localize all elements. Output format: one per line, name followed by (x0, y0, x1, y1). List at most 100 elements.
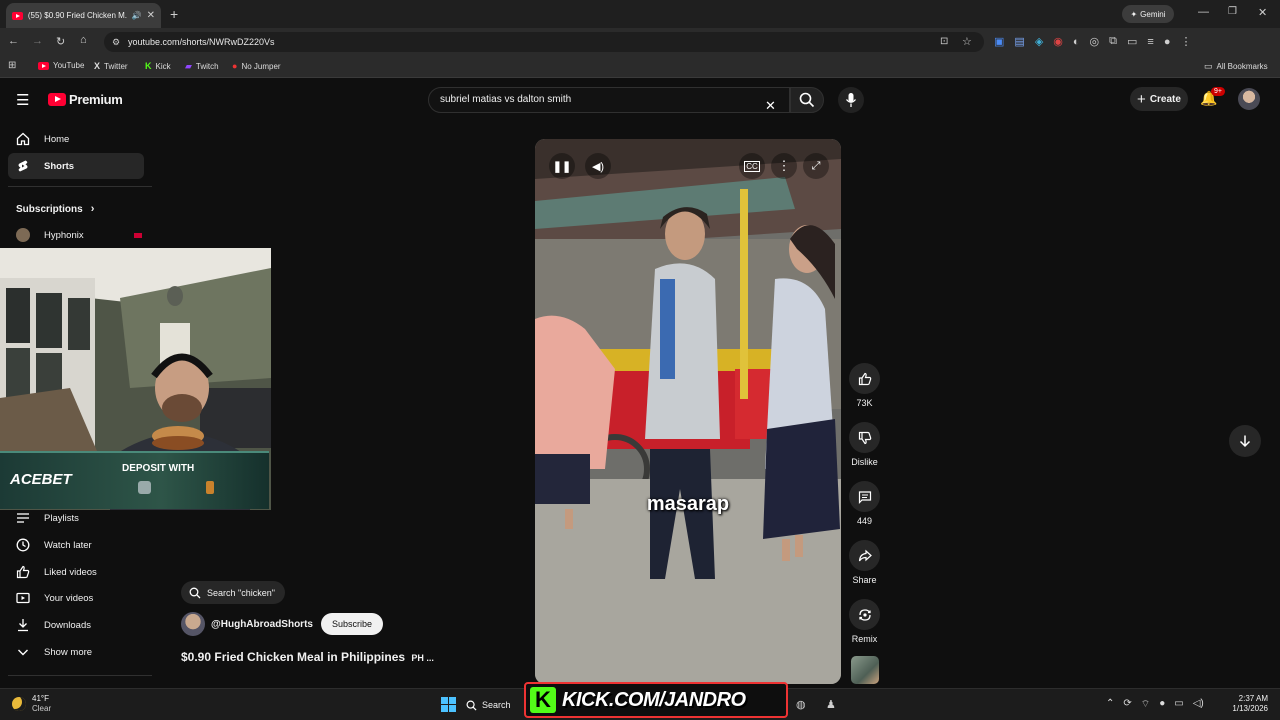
windows-start-icon[interactable] (441, 697, 456, 712)
tabs-menu-icon[interactable]: ≡ (1147, 35, 1153, 48)
extension-icon[interactable]: ▣ (994, 35, 1004, 48)
channel-name[interactable]: @HughAbroadShorts (211, 619, 313, 630)
speaker-icon[interactable]: 🔊 (132, 11, 142, 20)
remix-button[interactable] (849, 599, 880, 630)
address-bar[interactable]: ⚙ youtube.com/shorts/NWRwDZ220Vs ⊡ ☆ (104, 32, 984, 52)
sidebar-item-liked-videos[interactable]: Liked videos (8, 559, 144, 585)
gemini-label: Gemini (1140, 9, 1166, 19)
forward-icon[interactable]: → (32, 35, 43, 47)
apps-grid-icon[interactable]: ⊞ (8, 60, 16, 71)
create-button[interactable]: + Create (1130, 87, 1188, 111)
share-action[interactable]: Share (849, 540, 880, 585)
subscriptions-header[interactable]: Subscriptions › (16, 203, 94, 215)
gemini-button[interactable]: ✦ Gemini (1122, 5, 1174, 23)
bookmark-twitch[interactable]: ▰ Twitch (185, 61, 219, 72)
avatar[interactable] (1238, 88, 1260, 110)
dislike-action[interactable]: Dislike (849, 422, 880, 467)
all-bookmarks[interactable]: ▭ All Bookmarks (1204, 61, 1268, 72)
sidebar-item-shorts[interactable]: Shorts (8, 153, 144, 179)
volume-button[interactable]: ◀) (585, 153, 611, 179)
extension-icon[interactable]: ◉ (1053, 35, 1063, 48)
home-browser-icon[interactable]: ⌂ (80, 34, 87, 46)
search-chip[interactable]: Search "chicken" (181, 581, 285, 604)
search-input[interactable]: subriel matias vs dalton smith ✕ (428, 87, 790, 113)
twitch-icon: ▰ (185, 61, 192, 71)
download-icon (18, 619, 28, 632)
bookmark-nojumper[interactable]: ● No Jumper (232, 61, 281, 71)
youtube-icon (38, 61, 49, 70)
subscribe-button[interactable]: Subscribe (320, 613, 383, 635)
hamburger-menu-icon[interactable]: ☰ (16, 91, 29, 109)
maximize-icon[interactable]: ❐ (1228, 6, 1237, 17)
clear-search-icon[interactable]: ✕ (765, 94, 776, 118)
youtube-favicon-icon (12, 11, 23, 20)
more-options-button[interactable]: ⋮ (771, 153, 797, 179)
site-info-icon[interactable]: ⚙ (112, 32, 120, 52)
video-frame (535, 139, 841, 684)
clock[interactable]: 2:37 AM 1/13/2026 (1222, 694, 1268, 714)
captions-button[interactable]: CC (739, 153, 765, 179)
sidebar-item-hyphonix[interactable]: Hyphonix (8, 222, 144, 248)
bookmark-twitter[interactable]: X Twitter (94, 61, 128, 71)
chevron-right-icon: › (90, 203, 95, 215)
minimize-icon[interactable]: — (1198, 6, 1209, 18)
sidebar-item-your-videos[interactable]: Your videos (8, 585, 144, 611)
search-icon (466, 700, 477, 711)
next-short-button[interactable] (1229, 425, 1261, 457)
sidebar-item-watch-later[interactable]: Watch later (8, 532, 144, 558)
search-button[interactable] (790, 87, 824, 113)
youtube-logo[interactable]: Premium (48, 92, 123, 107)
new-tab-icon[interactable]: + (170, 6, 178, 22)
close-window-icon[interactable]: ✕ (1258, 6, 1267, 19)
display-icon[interactable]: ▭ (1174, 698, 1183, 711)
notifications-button[interactable]: 🔔 9+ (1200, 87, 1225, 110)
sidebar-item-show-more[interactable]: Show more (8, 639, 144, 665)
comments-action[interactable]: 449 (849, 481, 880, 526)
weather-widget[interactable]: 41°F Clear (12, 694, 51, 714)
short-video-player[interactable]: ❚❚ ◀) CC ⋮ ⤢ masarap (535, 139, 841, 684)
sidebar-item-playlists[interactable]: Playlists (8, 505, 144, 531)
sidebar-item-downloads[interactable]: Downloads (8, 612, 144, 638)
taskbar-app-icon[interactable]: ◍ (796, 698, 806, 711)
channel-avatar (16, 228, 30, 242)
install-icon[interactable]: ⊡ (940, 32, 948, 52)
dislike-label: Dislike (851, 457, 878, 467)
sidebar-item-label: Show more (44, 646, 93, 658)
profile-icon[interactable]: ● (1164, 35, 1171, 48)
network-icon[interactable]: ⌔ (1141, 698, 1150, 711)
share-button[interactable] (849, 540, 880, 571)
extension-icon[interactable]: ▤ (1014, 35, 1024, 48)
close-tab-icon[interactable]: ✕ (147, 10, 155, 21)
mic-tray-icon[interactable]: ● (1159, 698, 1165, 711)
taskbar-app-icon[interactable]: ♟ (826, 698, 836, 711)
reload-icon[interactable]: ↻ (56, 35, 65, 48)
sidebar-item-label: Home (44, 133, 70, 145)
speaker-tray-icon[interactable]: ◁) (1193, 698, 1204, 711)
voice-search-button[interactable] (838, 87, 864, 113)
browser-tab[interactable]: (55) $0.90 Fried Chicken M... 🔊 ✕ (6, 3, 161, 28)
extension-icon[interactable]: ◎ (1090, 35, 1100, 48)
dislike-button[interactable] (849, 422, 880, 453)
comments-button[interactable] (849, 481, 880, 512)
extension-icon[interactable]: ◐ (1073, 35, 1080, 48)
sidebar-item-home[interactable]: Home (8, 126, 144, 152)
extension-icon[interactable]: ◈ (1035, 35, 1043, 48)
back-icon[interactable]: ← (8, 35, 19, 47)
like-button[interactable] (849, 363, 880, 394)
taskbar-search[interactable]: Search (466, 694, 526, 716)
pause-button[interactable]: ❚❚ (549, 153, 575, 179)
bookmark-star-icon[interactable]: ☆ (962, 32, 972, 52)
bookmark-kick[interactable]: K Kick (145, 61, 171, 71)
puzzle-icon[interactable]: ⧉ (1109, 35, 1117, 48)
like-action[interactable]: 73K (849, 363, 880, 408)
sync-icon[interactable]: ⟳ (1123, 698, 1131, 711)
short-title[interactable]: $0.90 Fried Chicken Meal in Philippines … (181, 650, 434, 664)
channel-avatar[interactable] (181, 612, 205, 636)
sound-thumbnail[interactable] (851, 656, 879, 684)
remix-action[interactable]: Remix (849, 599, 880, 644)
bookmark-youtube[interactable]: YouTube (38, 61, 84, 70)
more-menu-icon[interactable]: ⋮ (1181, 35, 1192, 48)
tray-chevron-icon[interactable]: ⌃ (1106, 698, 1114, 711)
fullscreen-button[interactable]: ⤢ (803, 153, 829, 179)
sidepanel-icon[interactable]: ▭ (1127, 35, 1137, 48)
